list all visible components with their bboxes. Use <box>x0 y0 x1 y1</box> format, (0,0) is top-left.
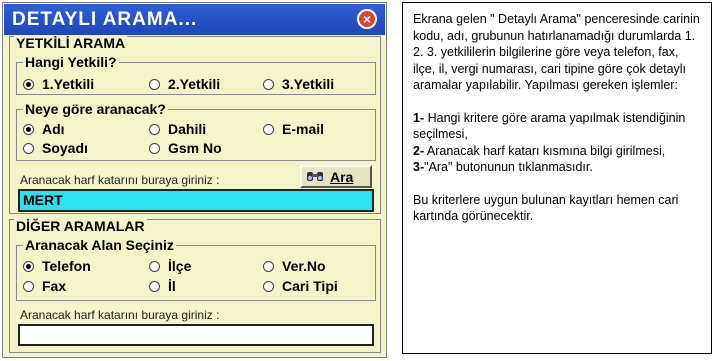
radio-ilce[interactable]: İlçe <box>149 258 191 274</box>
radio-1-yetkili[interactable]: 1.Yetkili <box>23 76 94 92</box>
step-number: 1- <box>413 110 425 125</box>
radio-dot[interactable] <box>23 123 34 135</box>
hangi-yetkili-title: Hangi Yetkili? <box>23 54 119 70</box>
radio-dot[interactable] <box>23 260 34 272</box>
step-text: Hangi kritere göre arama yapılmak istend… <box>413 110 686 142</box>
aranacak-alan-group: Aranacak Alan Seçiniz Telefon İlçe Ver.N… <box>16 237 376 301</box>
radio-gsm-no[interactable]: Gsm No <box>149 140 222 156</box>
radio-dot[interactable] <box>263 260 274 272</box>
radio-ver-no[interactable]: Ver.No <box>263 258 326 274</box>
radio-label: Adı <box>42 121 65 137</box>
yetkili-search-input[interactable]: MERT <box>18 189 374 212</box>
radio-telefon[interactable]: Telefon <box>23 258 91 274</box>
radio-label: Cari Tipi <box>282 278 338 294</box>
diger-search-input[interactable] <box>18 324 374 346</box>
radio-email[interactable]: E-mail <box>263 121 324 137</box>
help-outro: Bu kriterlere uygun bulunan kayıtları he… <box>413 192 679 224</box>
step-number: 2- <box>413 143 425 158</box>
radio-dot[interactable] <box>23 280 34 292</box>
radio-label: 2.Yetkili <box>168 76 221 92</box>
radio-dot[interactable] <box>149 142 160 154</box>
detayli-arama-window: DETAYLI ARAMA... × YETKİLİ ARAMA Hangi Y… <box>2 2 387 358</box>
radio-dot[interactable] <box>263 280 274 292</box>
radio-label: Dahili <box>168 121 207 137</box>
radio-label: Telefon <box>42 258 91 274</box>
radio-dot[interactable] <box>263 123 274 135</box>
diger-aramalar-title: DİĞER ARAMALAR <box>14 218 147 234</box>
diger-aramalar-section: DİĞER ARAMALAR Aranacak Alan Seçiniz Tel… <box>9 218 381 353</box>
yetkili-arama-section: YETKİLİ ARAMA Hangi Yetkili? 1.Yetkili 2… <box>9 35 381 214</box>
radio-label: Fax <box>42 278 67 294</box>
help-step-1: 1- Hangi kritere göre arama yapılmak ist… <box>413 110 701 143</box>
close-button[interactable]: × <box>357 9 377 29</box>
title-bar[interactable]: DETAYLI ARAMA... × <box>4 4 385 35</box>
ara-button[interactable]: Ara <box>300 165 372 188</box>
radio-dot[interactable] <box>149 78 160 90</box>
radio-dot[interactable] <box>149 260 160 272</box>
help-intro: Ekrana gelen " Detaylı Arama" penceresin… <box>413 12 700 92</box>
radio-fax[interactable]: Fax <box>23 278 66 294</box>
hangi-yetkili-group: Hangi Yetkili? 1.Yetkili 2.Yetkili 3.Yet… <box>16 54 376 95</box>
step-number: 3- <box>413 160 425 174</box>
ara-button-label: Ara <box>330 168 354 185</box>
radio-label: 1.Yetkili <box>42 76 95 92</box>
radio-dot[interactable] <box>149 123 160 135</box>
step-text: "Ara" butonunun tıklanmasıdır. <box>424 160 593 174</box>
help-step-3: 3-"Ara" butonunun tıklanmasıdır. <box>413 159 701 176</box>
window-title: DETAYLI ARAMA... <box>12 9 198 30</box>
neye-gore-group: Neye göre aranacak? Adı Dahili E-mail So… <box>16 101 376 161</box>
radio-label: Ver.No <box>282 258 326 274</box>
radio-il[interactable]: İl <box>149 278 176 294</box>
neye-gore-title: Neye göre aranacak? <box>23 101 168 117</box>
radio-2-yetkili[interactable]: 2.Yetkili <box>149 76 220 92</box>
radio-dot[interactable] <box>263 78 274 90</box>
search-label: Aranacak harf katarını buraya giriniz : <box>20 173 220 187</box>
radio-cari-tipi[interactable]: Cari Tipi <box>263 278 338 294</box>
radio-dot[interactable] <box>23 142 34 154</box>
radio-3-yetkili[interactable]: 3.Yetkili <box>263 76 334 92</box>
diger-search-label: Aranacak harf katarını buraya giriniz : <box>20 308 220 322</box>
radio-label: İl <box>168 278 176 294</box>
radio-dot[interactable] <box>149 280 160 292</box>
radio-label: İlçe <box>168 258 192 274</box>
radio-label: Gsm No <box>168 140 222 156</box>
radio-adi[interactable]: Adı <box>23 121 65 137</box>
radio-soyadi[interactable]: Soyadı <box>23 140 88 156</box>
radio-label: E-mail <box>282 121 325 137</box>
binoculars-icon <box>306 168 324 185</box>
radio-dahili[interactable]: Dahili <box>149 121 206 137</box>
help-text-box: Ekrana gelen " Detaylı Arama" penceresin… <box>402 2 712 354</box>
radio-label: 3.Yetkili <box>282 76 335 92</box>
radio-label: Soyadı <box>42 140 88 156</box>
yetkili-arama-title: YETKİLİ ARAMA <box>14 35 128 51</box>
help-step-2: 2- Aranacak harf katarı kısmına bilgi gi… <box>413 143 701 160</box>
aranacak-alan-title: Aranacak Alan Seçiniz <box>23 237 176 253</box>
step-text: Aranacak harf katarı kısmına bilgi giril… <box>424 143 666 158</box>
radio-dot[interactable] <box>23 78 34 90</box>
